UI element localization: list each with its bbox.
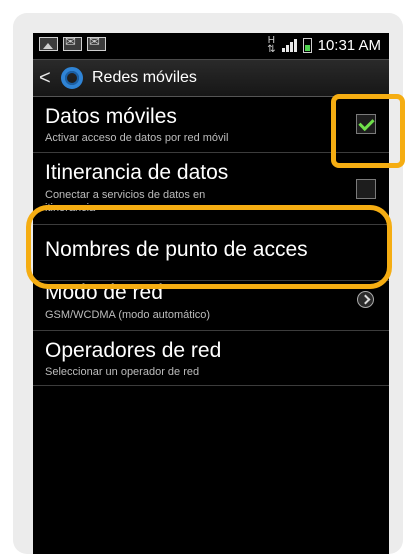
- status-bar: H⇅ 10:31 AM: [33, 33, 389, 60]
- battery-icon: [302, 37, 312, 53]
- settings-gear-icon: [61, 67, 83, 89]
- divider: [33, 385, 389, 386]
- title-bar[interactable]: < Redes móviles: [33, 60, 389, 97]
- signal-icon: [281, 38, 297, 52]
- chevron-right-icon[interactable]: [357, 291, 374, 308]
- message-notification-icon: [63, 34, 82, 51]
- setting-subtitle: Seleccionar un operador de red: [45, 366, 200, 378]
- notification-icons: [39, 34, 106, 51]
- page-title: Redes móviles: [92, 69, 197, 86]
- clock: 10:31 AM: [317, 36, 381, 54]
- access-point-highlight-box: [26, 205, 392, 289]
- setting-title: Operadores de red: [45, 339, 222, 362]
- setting-subtitle: Activar acceso de datos por red móvil: [45, 132, 229, 144]
- setting-title: Datos móviles: [45, 105, 177, 128]
- data-roaming-checkbox[interactable]: [356, 179, 376, 199]
- image-notification-icon: [39, 37, 58, 51]
- back-icon[interactable]: <: [39, 67, 55, 90]
- checkbox-highlight-box: [331, 94, 405, 168]
- message-notification-icon-2: [87, 34, 106, 51]
- setting-subtitle: Conectar a servicios de datos en: [45, 189, 206, 201]
- setting-title: Itinerancia de datos: [45, 161, 229, 184]
- setting-network-operators[interactable]: Operadores de red Seleccionar un operado…: [33, 331, 389, 385]
- network-type-icon: H ⇅: [267, 35, 276, 55]
- status-right: H ⇅ 10:31 AM: [267, 35, 381, 55]
- setting-subtitle: GSM/WCDMA (modo automático): [45, 309, 211, 321]
